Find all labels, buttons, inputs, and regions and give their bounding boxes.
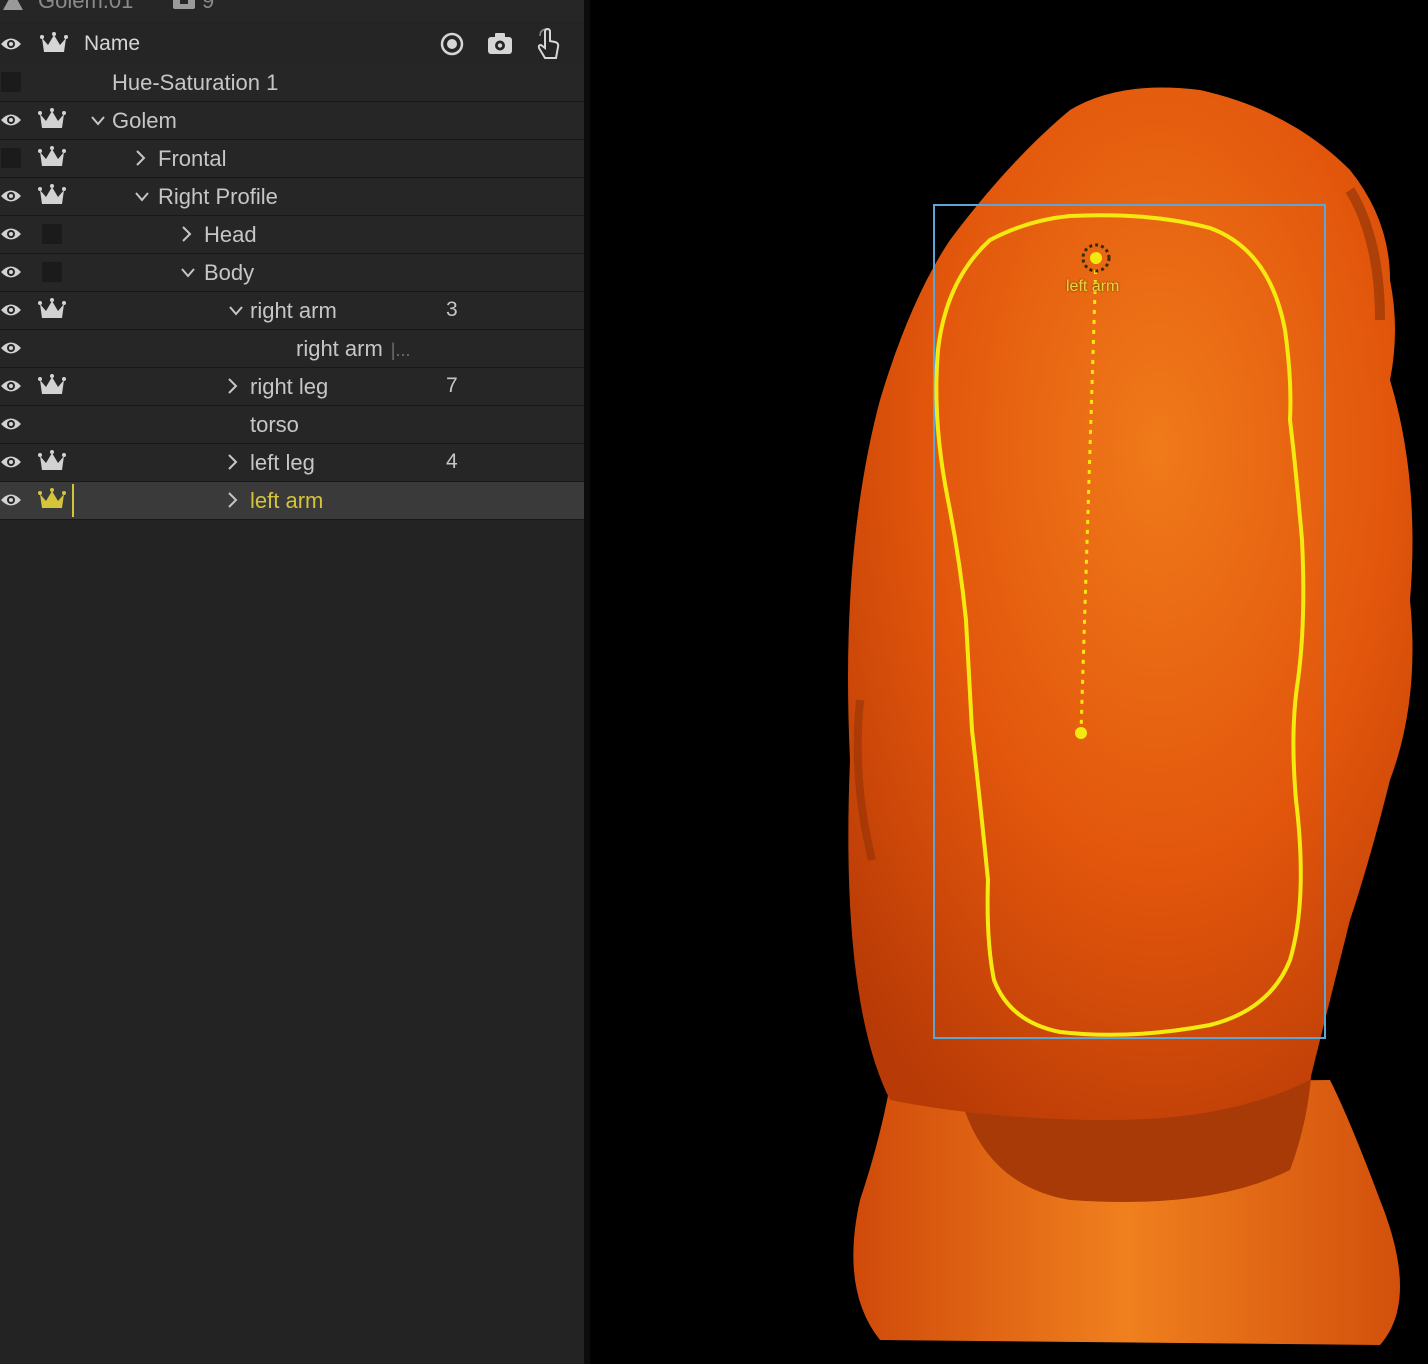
layer-name-suffix: |... [390,340,411,360]
layer-row[interactable]: Golem [0,102,584,140]
chevron-right-icon[interactable] [134,150,146,171]
layer-name[interactable]: right arm [250,298,337,324]
layer-name-text: Right Profile [158,184,278,209]
crown-icon[interactable] [38,450,66,479]
crown-column-icon[interactable] [40,32,68,56]
layer-name[interactable]: Head [204,222,257,248]
layer-name-text: left arm [250,488,324,513]
layer-name[interactable]: Golem [112,108,177,134]
layer-name[interactable]: Right Profile [158,184,278,210]
chevron-down-icon[interactable] [134,190,150,208]
crown-icon[interactable] [38,108,66,137]
layer-name-text: left leg [250,450,315,475]
column-header: Name [0,24,584,65]
layers-count-icon [173,0,195,9]
visibility-toggle[interactable] [1,72,21,92]
left-arm-end-handle[interactable] [1075,727,1087,739]
eye-icon[interactable] [0,338,22,363]
scene-view[interactable]: left arm [590,0,1428,1364]
layer-name-text: right arm [296,336,383,361]
layer-name[interactable]: right leg [250,374,328,400]
layer-row[interactable]: Head [0,216,584,254]
layer-name[interactable]: left leg [250,450,315,476]
layer-count-value: 7 [446,374,458,397]
eye-icon[interactable] [0,490,22,515]
chevron-right-icon[interactable] [226,454,238,475]
layer-row[interactable]: Frontal [0,140,584,178]
puppet-title-bar: Golem.01 9 [0,0,584,22]
name-column-header[interactable]: Name [84,32,140,56]
layer-row[interactable]: torso [0,406,584,444]
layer-row[interactable]: left arm [0,482,584,520]
layer-row[interactable]: right leg 7 [0,368,584,406]
layer-name-text: Head [204,222,257,247]
layer-name-text: right arm [250,298,337,323]
golem-head [848,87,1413,1120]
touch-column-icon[interactable] [534,28,562,60]
chevron-down-icon[interactable] [90,114,106,132]
crown-icon[interactable] [38,184,66,213]
eye-icon[interactable] [0,186,22,211]
visibility-toggle[interactable] [1,148,21,168]
layer-name-text: right leg [250,374,329,399]
layer-name[interactable]: Hue-Saturation 1 [112,70,278,96]
layer-name-text: torso [250,412,299,437]
crown-icon[interactable] [38,374,66,403]
crown-toggle[interactable] [42,262,62,282]
warning-icon [3,0,23,10]
layer-name[interactable]: Body [204,260,254,286]
crown-icon[interactable] [38,488,66,517]
eye-icon[interactable] [0,224,22,249]
puppet-layers-panel: Golem.01 9 Name Hue-Saturation 1 Golem F… [0,0,584,1364]
layer-name-text: Golem [112,108,177,133]
crown-toggle[interactable] [42,224,62,244]
layer-name[interactable]: torso [250,412,299,438]
visibility-column-icon[interactable] [0,34,22,54]
layer-name-text: Hue-Saturation 1 [112,70,279,95]
camera-settings-column-icon[interactable] [487,32,513,56]
chevron-down-icon[interactable] [228,304,244,322]
layer-row[interactable]: Right Profile [0,178,584,216]
eye-icon[interactable] [0,414,22,439]
chevron-right-icon[interactable] [226,492,238,513]
layer-row[interactable]: Hue-Saturation 1 [0,64,584,102]
eye-icon[interactable] [0,110,22,135]
chevron-down-icon[interactable] [180,266,196,284]
eye-icon[interactable] [0,300,22,325]
layer-name[interactable]: left arm [250,488,323,514]
scene-canvas [848,87,1413,1345]
puppet-title: Golem.01 [38,0,134,13]
eye-icon[interactable] [0,452,22,477]
layer-name[interactable]: Frontal [158,146,226,172]
chevron-right-icon[interactable] [180,226,192,247]
chevron-right-icon[interactable] [226,378,238,399]
layer-row[interactable]: right arm |... [0,330,584,368]
layer-row[interactable]: left leg 4 [0,444,584,482]
layer-name-text: Body [204,260,255,285]
layer-name[interactable]: right arm |... [296,336,410,362]
eye-icon[interactable] [0,262,22,287]
layer-count-value: 4 [446,450,458,473]
crown-icon[interactable] [38,298,66,327]
crown-icon[interactable] [38,146,66,175]
selection-marker [72,484,74,517]
handle-label: left arm [1066,278,1120,295]
layer-count: 9 [202,0,215,13]
record-column-icon[interactable] [440,32,464,56]
eye-icon[interactable] [0,376,22,401]
layer-name-text: Frontal [158,146,227,171]
layer-count-value: 3 [446,298,458,321]
layer-row[interactable]: right arm 3 [0,292,584,330]
layer-row[interactable]: Body [0,254,584,292]
